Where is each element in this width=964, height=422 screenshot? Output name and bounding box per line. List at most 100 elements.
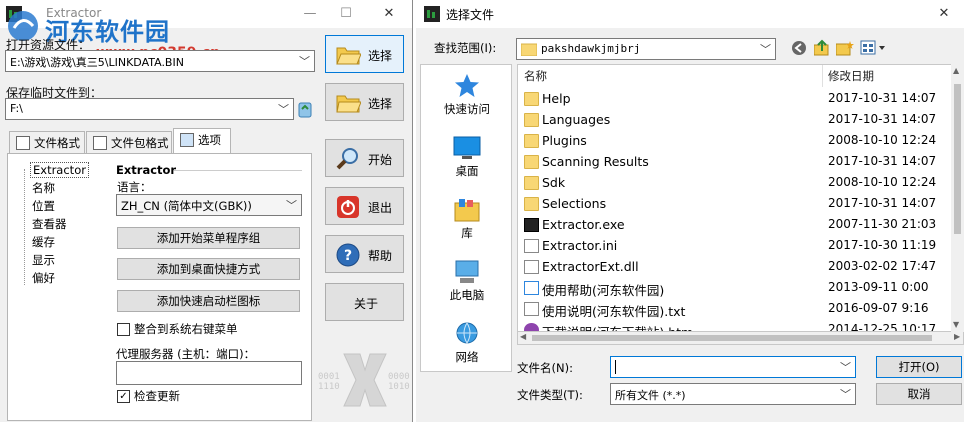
tree-item-viewer[interactable]: 查看器 <box>32 216 67 232</box>
app-icon <box>424 6 440 22</box>
view-menu-icon[interactable] <box>860 40 888 56</box>
select-temp-button[interactable]: 选择 <box>325 83 404 121</box>
scroll-left-icon[interactable]: ◀ <box>520 332 526 341</box>
proxy-input[interactable] <box>116 361 302 385</box>
file-date: 2014-12-25 10:17 <box>828 322 937 332</box>
place-this-pc[interactable]: 此电脑 <box>421 255 513 311</box>
scroll-down-icon[interactable]: ▼ <box>953 320 959 329</box>
svg-text:?: ? <box>344 248 352 264</box>
source-file-combo[interactable]: E:\游戏\游戏\真三5\LINKDATA.BIN ﹀ <box>5 50 315 72</box>
add-quicklaunch-button[interactable]: 添加快速启动栏图标 <box>117 290 300 312</box>
background-bits: 1010 <box>388 382 410 392</box>
context-menu-checkbox[interactable] <box>117 323 130 336</box>
tree-item-cache[interactable]: 缓存 <box>32 234 55 250</box>
document-icon <box>16 136 30 150</box>
check-update-checkbox[interactable]: ✓ <box>117 390 130 403</box>
open-button[interactable]: 打开(O) <box>876 356 962 378</box>
about-button[interactable]: 关于 <box>325 283 404 321</box>
language-select[interactable]: ZH_CN (简体中文(GBK)) ﹀ <box>116 194 302 216</box>
tab-package-format[interactable]: 文件包格式 <box>86 131 172 155</box>
computer-icon <box>455 260 479 283</box>
file-list: 名称 修改日期 Help 2017-10-31 14:07 Languages 201… <box>517 64 964 332</box>
cancel-button[interactable]: 取消 <box>876 383 962 405</box>
recycle-icon[interactable] <box>297 100 313 118</box>
maximize-button[interactable]: ☐ <box>326 0 366 28</box>
shortcut-icon <box>524 281 539 295</box>
new-folder-icon[interactable] <box>836 40 854 56</box>
back-icon[interactable] <box>791 40 807 56</box>
folder-icon <box>524 155 539 169</box>
dialog-title: 选择文件 <box>446 8 495 22</box>
text-file-icon <box>524 302 539 316</box>
file-name: Extractor.ini <box>542 238 618 253</box>
file-row[interactable]: Help 2017-10-31 14:07 <box>518 89 948 110</box>
file-row[interactable]: ExtractorExt.dll 2003-02-02 17:47 <box>518 257 948 278</box>
background-bits: 0001 <box>318 372 340 382</box>
scroll-thumb[interactable] <box>954 84 961 234</box>
tab-options[interactable]: 选项 <box>173 128 231 155</box>
file-rows: Help 2017-10-31 14:07 Languages 2017-10-31 … <box>518 89 963 332</box>
place-quick-access[interactable]: 快速访问 <box>421 69 513 125</box>
file-row[interactable]: Selections 2017-10-31 14:07 <box>518 194 948 215</box>
chevron-down-icon: ﹀ <box>840 361 851 374</box>
browser-file-icon <box>524 323 539 331</box>
file-row[interactable]: Plugins 2008-10-10 12:24 <box>518 131 948 152</box>
power-icon <box>337 196 359 218</box>
file-date: 2008-10-10 12:24 <box>828 175 937 189</box>
file-row[interactable]: Sdk 2008-10-10 12:24 <box>518 173 948 194</box>
file-row[interactable]: 使用帮助(河东软件园) 2013-09-11 0:00 <box>518 278 948 299</box>
file-row[interactable]: Extractor.ini 2017-10-30 11:19 <box>518 236 948 257</box>
file-date: 2016-09-07 9:16 <box>828 301 929 315</box>
lookin-label: 查找范围(I): <box>434 41 497 55</box>
tree-item-extractor[interactable]: Extractor <box>30 162 89 178</box>
place-library[interactable]: 库 <box>421 193 513 249</box>
temp-folder-combo[interactable]: F:\ ﹀ <box>5 98 294 120</box>
horizontal-scrollbar[interactable]: ◀ ▶ <box>517 332 964 345</box>
lookin-combo[interactable]: pakshdawkjmjbrj ﹀ <box>516 38 776 60</box>
file-date: 2007-11-30 21:03 <box>828 217 937 231</box>
section-divider <box>174 170 302 171</box>
tree-item-location[interactable]: 位置 <box>32 198 55 214</box>
close-button[interactable]: ✕ <box>369 0 409 28</box>
help-icon: ? <box>336 243 360 267</box>
file-name: 使用说明(河东软件园).txt <box>542 304 686 319</box>
place-network[interactable]: 网络 <box>421 317 513 373</box>
exit-button[interactable]: 退出 <box>325 187 404 225</box>
file-row[interactable]: 使用说明(河东软件园).txt 2016-09-07 9:16 <box>518 299 948 320</box>
select-source-button[interactable]: 选择 <box>325 35 404 73</box>
desktop-icon <box>453 136 481 159</box>
package-icon <box>93 136 107 150</box>
minimize-button[interactable]: — <box>290 0 330 28</box>
star-icon <box>455 74 479 97</box>
filename-input[interactable]: ﹀ <box>610 356 856 378</box>
filetype-select[interactable]: 所有文件 (*.*) ﹀ <box>610 383 856 405</box>
hscroll-thumb[interactable] <box>532 335 932 341</box>
scroll-up-icon[interactable]: ▲ <box>953 66 959 75</box>
add-start-menu-button[interactable]: 添加开始菜单程序组 <box>117 227 300 249</box>
up-folder-icon[interactable] <box>814 39 830 57</box>
options-section-title: Extractor <box>116 163 177 177</box>
place-desktop[interactable]: 桌面 <box>421 131 513 187</box>
file-name: Sdk <box>542 175 566 190</box>
dialog-close-button[interactable]: ✕ <box>929 0 959 28</box>
add-desktop-shortcut-button[interactable]: 添加到桌面快捷方式 <box>117 258 300 280</box>
tab-file-format[interactable]: 文件格式 <box>9 131 85 155</box>
scroll-right-icon[interactable]: ▶ <box>954 332 960 341</box>
file-row[interactable]: Extractor.exe 2007-11-30 21:03 <box>518 215 948 236</box>
open-folder-icon <box>336 47 361 65</box>
file-row[interactable]: 下载说明(河东下载站).htm 2014-12-25 10:17 <box>518 320 948 332</box>
folder-icon <box>524 113 539 127</box>
file-row[interactable]: Languages 2017-10-31 14:07 <box>518 110 948 131</box>
vertical-scrollbar[interactable]: ▲ ▼ <box>951 64 964 332</box>
folder-icon <box>524 197 539 211</box>
column-header-name[interactable]: 名称 <box>524 65 547 87</box>
column-header-date[interactable]: 修改日期 <box>828 65 874 87</box>
start-button[interactable]: 开始 <box>325 139 404 177</box>
file-row[interactable]: Scanning Results 2017-10-31 14:07 <box>518 152 948 173</box>
tree-item-display[interactable]: 显示 <box>32 252 55 268</box>
tree-item-name[interactable]: 名称 <box>32 180 55 196</box>
magnifier-icon <box>336 148 358 170</box>
help-button[interactable]: ? 帮助 <box>325 235 404 273</box>
places-bar: 快速访问 桌面 库 此电脑 网络 <box>420 64 512 372</box>
tree-item-preferences[interactable]: 偏好 <box>32 270 55 286</box>
